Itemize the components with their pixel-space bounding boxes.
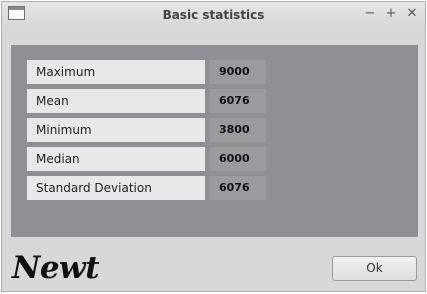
maximize-icon[interactable]: + [384,7,398,21]
stat-value: 3800 [210,118,266,142]
minimize-icon[interactable]: − [363,7,377,21]
close-icon[interactable]: ✕ [405,7,419,21]
basic-statistics-window: Basic statistics − + ✕ Maximum 9000 Mean… [1,1,426,292]
stat-label: Mean [27,89,205,113]
statistics-panel: Maximum 9000 Mean 6076 Minimum 3800 Medi… [11,45,418,237]
stat-label: Maximum [27,60,205,84]
stat-label: Standard Deviation [27,176,205,200]
stat-label: Minimum [27,118,205,142]
window-title: Basic statistics [162,8,265,22]
title-bar[interactable]: Basic statistics − + ✕ [2,2,425,30]
newt-logo: Newt [12,250,100,286]
stat-value: 6076 [210,176,266,200]
stat-value: 6076 [210,89,266,113]
ok-button[interactable]: Ok [332,256,417,281]
stat-label: Median [27,147,205,171]
stat-value: 9000 [210,60,266,84]
stat-value: 6000 [210,147,266,171]
